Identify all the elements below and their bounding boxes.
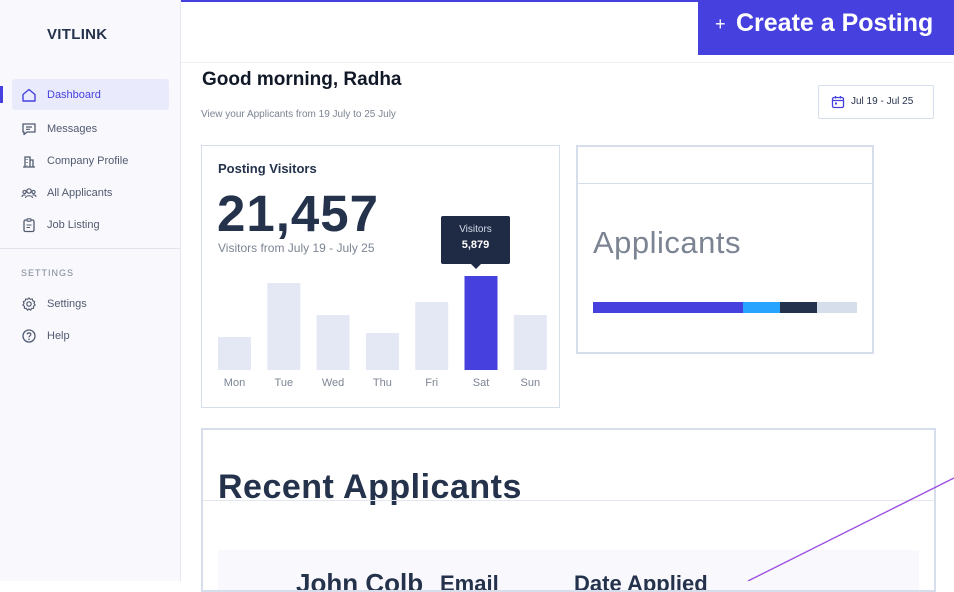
settings-section-title: SETTINGS bbox=[21, 268, 75, 278]
create-posting-label: Create a Posting bbox=[736, 9, 934, 37]
bar-mon[interactable] bbox=[218, 337, 251, 370]
bar-wed[interactable] bbox=[316, 315, 350, 370]
sidebar-item-job-listing[interactable]: Job Listing bbox=[12, 209, 169, 240]
sidebar-item-dashboard[interactable]: Dashboard bbox=[12, 79, 169, 110]
sidebar-item-messages[interactable]: Messages bbox=[12, 113, 169, 144]
bar-sun[interactable] bbox=[513, 315, 547, 370]
applicants-segment-4 bbox=[817, 302, 857, 313]
applicants-segment-3 bbox=[780, 302, 818, 313]
sidebar-item-label: Dashboard bbox=[47, 88, 101, 101]
tooltip-arrow bbox=[471, 264, 481, 269]
applicants-segment-2 bbox=[743, 302, 781, 313]
message-icon bbox=[22, 123, 36, 136]
chart-tooltip: Visitors 5,879 bbox=[441, 216, 510, 269]
sidebar-item-help[interactable]: Help bbox=[12, 320, 169, 351]
sidebar-divider bbox=[0, 248, 180, 249]
sidebar-item-label: All Applicants bbox=[47, 186, 113, 199]
column-name: John Colb bbox=[296, 568, 424, 592]
recent-divider bbox=[203, 500, 934, 501]
bar-fri[interactable] bbox=[415, 302, 449, 370]
table-header-row: John Colb Email Date Applied bbox=[218, 550, 919, 592]
x-tick-label: Tue bbox=[275, 377, 294, 389]
clipboard-icon bbox=[23, 218, 35, 233]
calendar-icon bbox=[831, 96, 845, 109]
sidebar-item-settings[interactable]: Settings bbox=[12, 288, 169, 319]
sidebar-item-company-profile[interactable]: Company Profile bbox=[12, 145, 169, 176]
sidebar-item-label: Job Listing bbox=[47, 218, 100, 231]
column-email: Email bbox=[440, 571, 499, 592]
x-tick-label: Fri bbox=[425, 377, 438, 389]
home-icon bbox=[22, 88, 36, 102]
gear-icon bbox=[22, 297, 36, 311]
header-divider bbox=[181, 62, 954, 63]
x-tick-label: Sun bbox=[521, 377, 541, 389]
users-icon bbox=[21, 188, 37, 199]
date-range-label: Jul 19 - Jul 25 bbox=[851, 96, 914, 107]
sidebar-item-label: Company Profile bbox=[47, 154, 129, 167]
bar-sat[interactable] bbox=[464, 276, 498, 370]
sidebar-item-label: Help bbox=[47, 329, 70, 342]
plus-icon: + bbox=[715, 14, 726, 34]
greeting-subtitle: View your Applicants from 19 July to 25 … bbox=[201, 109, 396, 120]
tooltip-value: 5,879 bbox=[461, 239, 490, 251]
x-tick-label: Thu bbox=[373, 377, 392, 389]
column-date-applied: Date Applied bbox=[574, 571, 708, 592]
active-indicator bbox=[0, 86, 3, 103]
sidebar-item-all-applicants[interactable]: All Applicants bbox=[12, 177, 169, 208]
recent-applicants-card: Recent Applicants John Colb Email Date A… bbox=[201, 428, 936, 592]
bar-tue[interactable] bbox=[267, 283, 301, 370]
create-posting-button[interactable]: + Create a Posting bbox=[698, 0, 954, 55]
bar-thu[interactable] bbox=[365, 333, 399, 370]
building-icon bbox=[23, 156, 35, 168]
x-tick-label: Sat bbox=[473, 377, 490, 389]
applicants-card: Applicants bbox=[576, 145, 874, 354]
date-range-button[interactable]: Jul 19 - Jul 25 bbox=[818, 85, 934, 119]
tooltip-label: Visitors bbox=[459, 224, 492, 235]
applicants-title: Applicants bbox=[593, 225, 742, 260]
visitors-bar-chart: Mon Tue Wed Thu Fri Sat Sun bbox=[218, 276, 547, 389]
app-logo: VITLINK bbox=[47, 26, 108, 43]
greeting-title: Good morning, Radha bbox=[202, 69, 402, 90]
x-tick-label: Wed bbox=[322, 377, 344, 389]
posting-visitors-card: Posting Visitors 21,457 Visitors from Ju… bbox=[201, 145, 560, 408]
applicants-segment-1 bbox=[593, 302, 744, 313]
x-tick-label: Mon bbox=[224, 377, 245, 389]
help-icon bbox=[22, 329, 36, 343]
sidebar: VITLINK Dashboard Messages Company Profi… bbox=[0, 0, 181, 581]
applicants-stacked-bar bbox=[593, 302, 857, 313]
sidebar-item-label: Settings bbox=[47, 297, 87, 310]
sidebar-item-label: Messages bbox=[47, 122, 98, 135]
recent-applicants-title: Recent Applicants bbox=[218, 468, 522, 506]
card-header-divider bbox=[578, 183, 872, 184]
